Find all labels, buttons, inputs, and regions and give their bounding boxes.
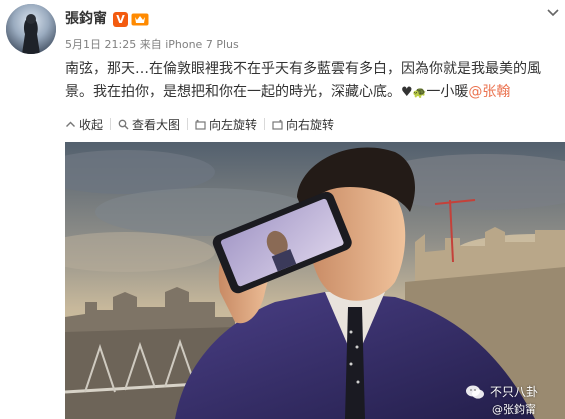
post-photo[interactable]: 不只八卦 @张鈞甯 xyxy=(65,142,565,419)
author-name[interactable]: 張鈞甯 xyxy=(65,10,107,28)
heart-emoji: ♥ xyxy=(401,85,413,100)
post-timestamp[interactable]: 5月1日 21:25 xyxy=(65,38,136,51)
avatar[interactable] xyxy=(6,4,56,54)
post-text: 南弦，那天…在倫敦眼裡我不在乎天有多藍雲有多白，因為你就是我最美的風景。我在拍你… xyxy=(65,58,560,104)
rotate-right-icon xyxy=(272,119,283,130)
user-row: 張鈞甯 V xyxy=(65,10,149,28)
magnify-icon xyxy=(118,119,129,129)
toolbar-divider xyxy=(110,118,112,130)
chevron-down-icon[interactable] xyxy=(546,8,560,18)
turtle-emoji: 🐢 xyxy=(412,86,427,99)
rotate-left-icon xyxy=(195,119,206,130)
watermark-handle: @张鈞甯 xyxy=(492,403,536,416)
image-toolbar: 收起 查看大图 向左旋转 向右旋转 xyxy=(65,117,335,132)
post-photo-image xyxy=(65,142,565,419)
wechat-icon xyxy=(466,385,484,399)
post-meta: 5月1日 21:25 来自 iPhone 7 Plus xyxy=(65,38,239,52)
post-source: 来自 iPhone 7 Plus xyxy=(139,38,239,51)
rotate-left-button[interactable]: 向左旋转 xyxy=(195,117,258,132)
toolbar-divider xyxy=(264,118,266,130)
collapse-label: 收起 xyxy=(79,117,104,132)
view-large-button[interactable]: 查看大图 xyxy=(118,117,181,132)
view-large-label: 查看大图 xyxy=(132,117,181,132)
collapse-button[interactable]: 收起 xyxy=(65,117,104,132)
post-signature: 一小暖 xyxy=(426,84,469,100)
toolbar-divider xyxy=(187,118,189,130)
rotate-right-label: 向右旋转 xyxy=(286,117,335,132)
watermark-name: 不只八卦 xyxy=(490,385,539,399)
rotate-right-button[interactable]: 向右旋转 xyxy=(272,117,335,132)
rotate-left-label: 向左旋转 xyxy=(209,117,258,132)
member-level-icon[interactable] xyxy=(131,12,149,27)
collapse-arrow-icon xyxy=(66,121,75,127)
avatar-photo xyxy=(6,4,56,54)
vip-badge-icon[interactable]: V xyxy=(113,11,128,27)
mention-link[interactable]: @张翰 xyxy=(468,84,510,100)
